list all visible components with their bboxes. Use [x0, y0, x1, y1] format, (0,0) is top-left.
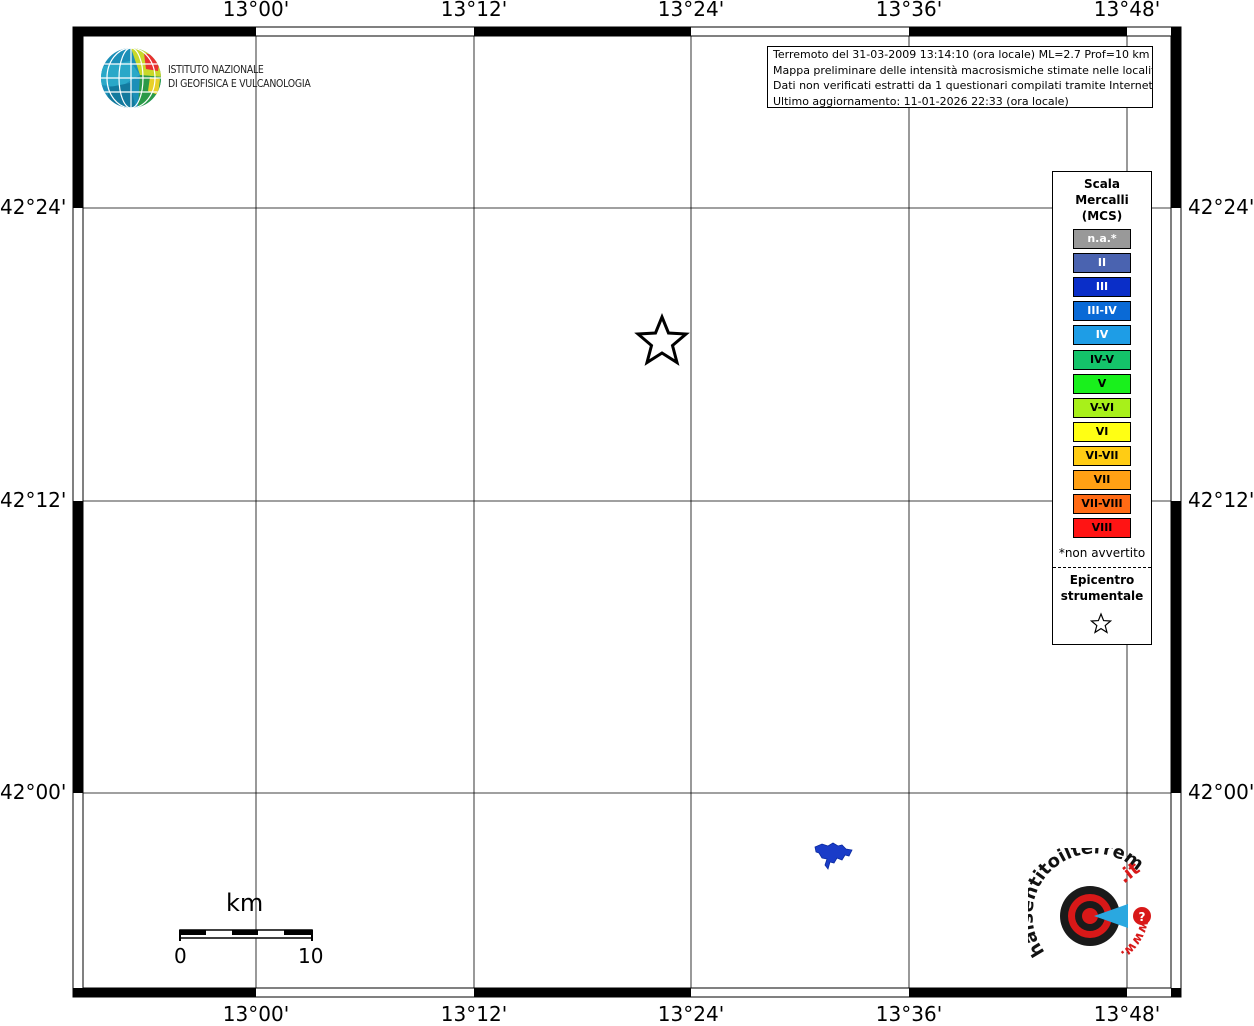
lon-label-top: 13°36'	[875, 0, 943, 21]
lake-shape	[814, 842, 853, 870]
lon-label-bottom: 13°48'	[1093, 1002, 1161, 1026]
legend-swatch-11: VII-VIII	[1073, 494, 1131, 515]
info-line3: Dati non verificati estratti da 1 questi…	[773, 79, 1153, 92]
frame-border-top	[73, 27, 1181, 36]
lon-label-bottom: 13°12'	[440, 1002, 508, 1026]
legend-swatch-1: II	[1073, 253, 1131, 274]
legend-title-line3: (MCS)	[1081, 209, 1123, 223]
info-line2: Mappa preliminare delle intensità macros…	[773, 63, 1153, 77]
lon-label-top: 13°00'	[222, 0, 290, 21]
lat-label-right: 42°12'	[1188, 488, 1254, 512]
legend-separator	[1053, 567, 1151, 568]
haisentito-logo: haisentitoilterremoto .it www. ?	[1028, 848, 1152, 961]
legend-swatch-8: VI	[1073, 421, 1131, 442]
ingv-globe-logo	[101, 48, 161, 108]
legend-epicenter-label: Epicentro strumentale	[1053, 572, 1151, 604]
ingv-logo-text: ISTITUTO NAZIONALE DI GEOFISICA E VULCAN…	[168, 63, 311, 91]
legend-title-line1: Scala	[1083, 177, 1121, 191]
mcs-legend: Scala Mercalli (MCS) n.a.* II III III-IV IV I…	[1052, 171, 1152, 645]
logo-line2: DI GEOFISICA E VULCANOLOGIA	[168, 77, 311, 90]
lon-label-top: 13°24'	[657, 0, 725, 21]
logo-line1: ISTITUTO NAZIONALE	[168, 63, 264, 76]
legend-swatch-9: VI-VII	[1073, 445, 1131, 466]
lon-label-top: 13°48'	[1093, 0, 1161, 21]
legend-epi-line1: Epicentro	[1069, 573, 1135, 587]
legend-swatch-7: V-VI	[1073, 397, 1131, 418]
lat-label-right: 42°24'	[1188, 195, 1254, 219]
lat-label-right: 42°00'	[1188, 780, 1254, 804]
scale-unit-label: km	[226, 889, 264, 917]
lon-label-top: 13°12'	[440, 0, 508, 21]
lon-label-bottom: 13°00'	[222, 1002, 290, 1026]
epicenter-star-icon	[634, 313, 690, 366]
lon-label-bottom: 13°36'	[875, 1002, 943, 1026]
scale-start-label: 0	[174, 944, 187, 968]
legend-swatch-4: IV	[1073, 325, 1131, 346]
svg-text:?: ?	[1139, 910, 1146, 924]
legend-swatch-3: III-IV	[1073, 301, 1131, 322]
lat-label-left: 42°12'	[0, 488, 67, 512]
frame-border-bottom	[73, 988, 1181, 997]
event-info-box: Terremoto del 31-03-2009 13:14:10 (ora l…	[767, 46, 1153, 108]
scale-bar	[179, 929, 313, 941]
frame-border-right	[1171, 36, 1181, 793]
frame-border-left	[73, 36, 83, 793]
info-line1: Terremoto del 31-03-2009 13:14:10 (ora l…	[773, 48, 1150, 61]
lon-label-bottom: 13°24'	[657, 1002, 725, 1026]
lat-label-left: 42°00'	[0, 780, 67, 804]
legend-swatch-5: IV-V	[1073, 349, 1131, 370]
scale-end-label: 10	[298, 944, 324, 968]
legend-epi-line2: strumentale	[1060, 589, 1144, 603]
legend-swatch-10: VII	[1073, 470, 1131, 490]
legend-swatch-2: III	[1073, 277, 1131, 298]
legend-star-icon	[1089, 612, 1113, 634]
graticule	[83, 36, 1171, 988]
legend-swatch-12: VIII	[1073, 518, 1131, 539]
legend-title-line2: Mercalli	[1075, 193, 1129, 207]
legend-note: *non avvertito	[1058, 546, 1146, 560]
legend-swatch-6: V	[1073, 373, 1131, 394]
legend-swatch-0: n.a.*	[1073, 229, 1131, 249]
lat-label-left: 42°24'	[0, 195, 67, 219]
info-line4: Ultimo aggiornamento: 11-01-2026 22:33 (…	[773, 94, 1069, 108]
legend-title: Scala Mercalli (MCS)	[1053, 176, 1151, 224]
